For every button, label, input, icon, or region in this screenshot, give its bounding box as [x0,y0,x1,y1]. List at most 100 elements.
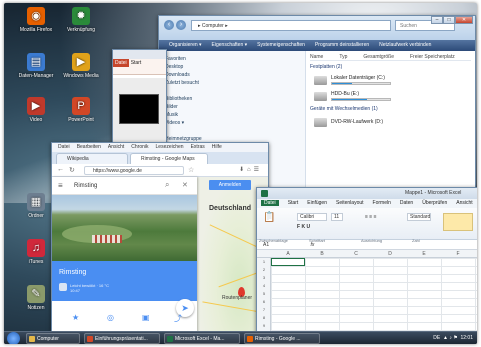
sign-in-button[interactable]: Anmelden [209,180,251,190]
explorer-toolbar-button[interactable]: Programm deinstallieren [315,42,369,48]
desktop-icon[interactable]: ✹ Verknüpfung [59,7,103,33]
excel-tab[interactable]: Ansicht [456,200,472,206]
menu-item[interactable]: Bearbeiten [77,144,101,150]
nav-item[interactable]: Bibliotheken [165,95,299,103]
taskbar-button[interactable]: Rimsting - Google ... [244,333,320,344]
start-button[interactable] [7,332,20,344]
reload-icon[interactable]: ↻ [69,166,75,174]
row-number[interactable]: 9 [257,323,271,328]
back-icon[interactable]: ← [57,166,64,173]
excel-tab[interactable]: Daten [400,200,413,206]
tab-google-maps[interactable]: Rimsting - Google Maps [130,153,208,164]
align-icons[interactable]: ≡ ≡ ≡ [365,214,377,220]
route-planner-link[interactable]: Routenplaner [222,295,252,301]
desktop-icon[interactable]: ▶ Windows Media [59,53,103,79]
search-icon[interactable]: ⌕ [165,180,169,190]
row-number[interactable]: 8 [257,315,271,320]
row-number[interactable]: 4 [257,283,271,288]
row-number[interactable]: 1 [257,259,271,264]
drive-item[interactable]: HDD-Bu (E:) [314,89,471,103]
column-letter[interactable]: G [475,251,477,257]
nearby-icon[interactable]: ◎ [107,313,114,322]
ppt-tab[interactable]: Start [129,59,144,67]
excel-tab[interactable]: Start [288,200,299,206]
address-bar[interactable]: ▸ Computer ▸ [191,20,391,31]
row-number[interactable]: 5 [257,291,271,296]
nav-item[interactable]: Favoriten [165,55,299,63]
column-letter[interactable]: F [441,251,475,257]
row-number[interactable]: 6 [257,299,271,304]
row-number[interactable]: 2 [257,267,271,272]
nav-item[interactable]: Videos ▾ [165,119,299,127]
paste-icon[interactable]: 📋 [263,212,275,223]
save-star-icon[interactable]: ★ [72,313,79,322]
dvd-drive[interactable]: DVD-RW-Laufwerk (D:) [314,115,471,129]
ppt-tab[interactable]: Datei [113,59,129,67]
share-icon[interactable]: ⤴ [174,313,182,324]
nav-item[interactable]: Bilder [165,103,299,111]
explorer-toolbar-button[interactable]: Organisieren ▾ [169,42,202,48]
excel-tab[interactable]: Einfügen [307,200,327,206]
number-format-select[interactable]: Standard [407,213,431,221]
column-header[interactable]: Gesamtgröße [363,53,394,60]
explorer-toolbar-button[interactable]: Eigenschaften ▾ [212,42,248,48]
column-header[interactable]: Freier Speicherplatz [410,53,455,60]
tray-clock[interactable]: 12:01 [460,335,473,341]
bookmark-star-icon[interactable]: ☆ [188,166,194,174]
tab-wikipedia[interactable]: Wikipedia [56,153,128,164]
slide-thumbnail[interactable] [119,94,159,124]
menu-item[interactable]: Extras [191,144,205,150]
taskbar-button[interactable]: Microsoft Excel - Ma... [164,333,240,344]
back-icon[interactable]: ‹ [164,20,174,30]
column-header[interactable]: Name [310,53,323,60]
excel-window[interactable]: Mappe1 - Microsoft Excel Datei Start Einfü… [256,187,477,336]
tray-icons[interactable]: ▲ ♪ ⚑ [443,335,458,341]
menu-item[interactable]: Lesezeichen [156,144,184,150]
nav-item[interactable]: Zuletzt besucht [165,79,299,87]
row-number[interactable]: 3 [257,275,271,280]
column-letter[interactable]: C [339,251,373,257]
bold-button[interactable]: F K U [297,224,310,230]
drive-item[interactable]: Lokaler Datenträger (C:) [314,73,471,87]
column-letter[interactable]: D [373,251,407,257]
spreadsheet-grid[interactable]: ABCDEFG 12345678910 [257,250,477,335]
desktop-icon[interactable]: P PowerPoint [59,97,103,123]
minimize-button[interactable]: – [431,16,443,24]
nav-item[interactable]: Downloads [165,71,299,79]
close-button[interactable]: ✕ [455,16,473,24]
explorer-toolbar-button[interactable]: Netzlaufwerk verbinden [379,42,431,48]
phone-icon[interactable]: ▣ [142,313,150,322]
desktop-icon[interactable]: ◉ Mozilla Firefox [14,7,58,33]
forward-icon[interactable]: › [176,20,186,30]
menu-icon[interactable]: ≡ [58,181,63,190]
column-letter[interactable]: A [271,251,305,257]
nav-item[interactable]: Desktop [165,63,299,71]
row-number[interactable]: 7 [257,307,271,312]
menu-item[interactable]: Chronik [131,144,148,150]
place-photo[interactable] [52,195,197,261]
excel-tab[interactable]: Seitenlayout [336,200,364,206]
excel-tab[interactable]: Überprüfen [422,200,447,206]
url-bar[interactable]: https://www.google.de [84,166,184,175]
maps-search-box[interactable]: ≡ Rimsting ⌕ ✕ [52,177,197,195]
taskbar-button[interactable]: Einführungspräsentati... [84,333,160,344]
menu-item[interactable]: Hilfe [212,144,222,150]
language-indicator[interactable]: DE [433,335,440,341]
taskbar-button[interactable]: Computer [26,333,80,344]
conditional-format-icon[interactable] [443,213,473,231]
column-letter[interactable]: E [407,251,441,257]
column-header[interactable]: Typ [339,53,347,60]
excel-tab[interactable]: Datei [261,200,279,206]
excel-tab[interactable]: Formeln [373,200,391,206]
clear-icon[interactable]: ✕ [182,181,188,189]
explorer-toolbar-button[interactable]: Systemeigenschaften [257,42,305,48]
font-name-select[interactable]: Calibri [297,213,327,221]
browser-window[interactable]: Datei Bearbeiten Ansicht Chronik Lesezeichen… [51,142,269,335]
browser-toolbar-icons[interactable]: ⬇⌂☰ [239,166,262,173]
desktop-icon[interactable]: ▶ Video [14,97,58,123]
column-letter[interactable]: B [305,251,339,257]
selected-cell[interactable] [271,258,305,266]
font-size-select[interactable]: 11 [331,213,343,221]
desktop-icon[interactable]: ▤ Daten-Manager [14,53,58,79]
maximize-button[interactable]: □ [443,16,455,24]
